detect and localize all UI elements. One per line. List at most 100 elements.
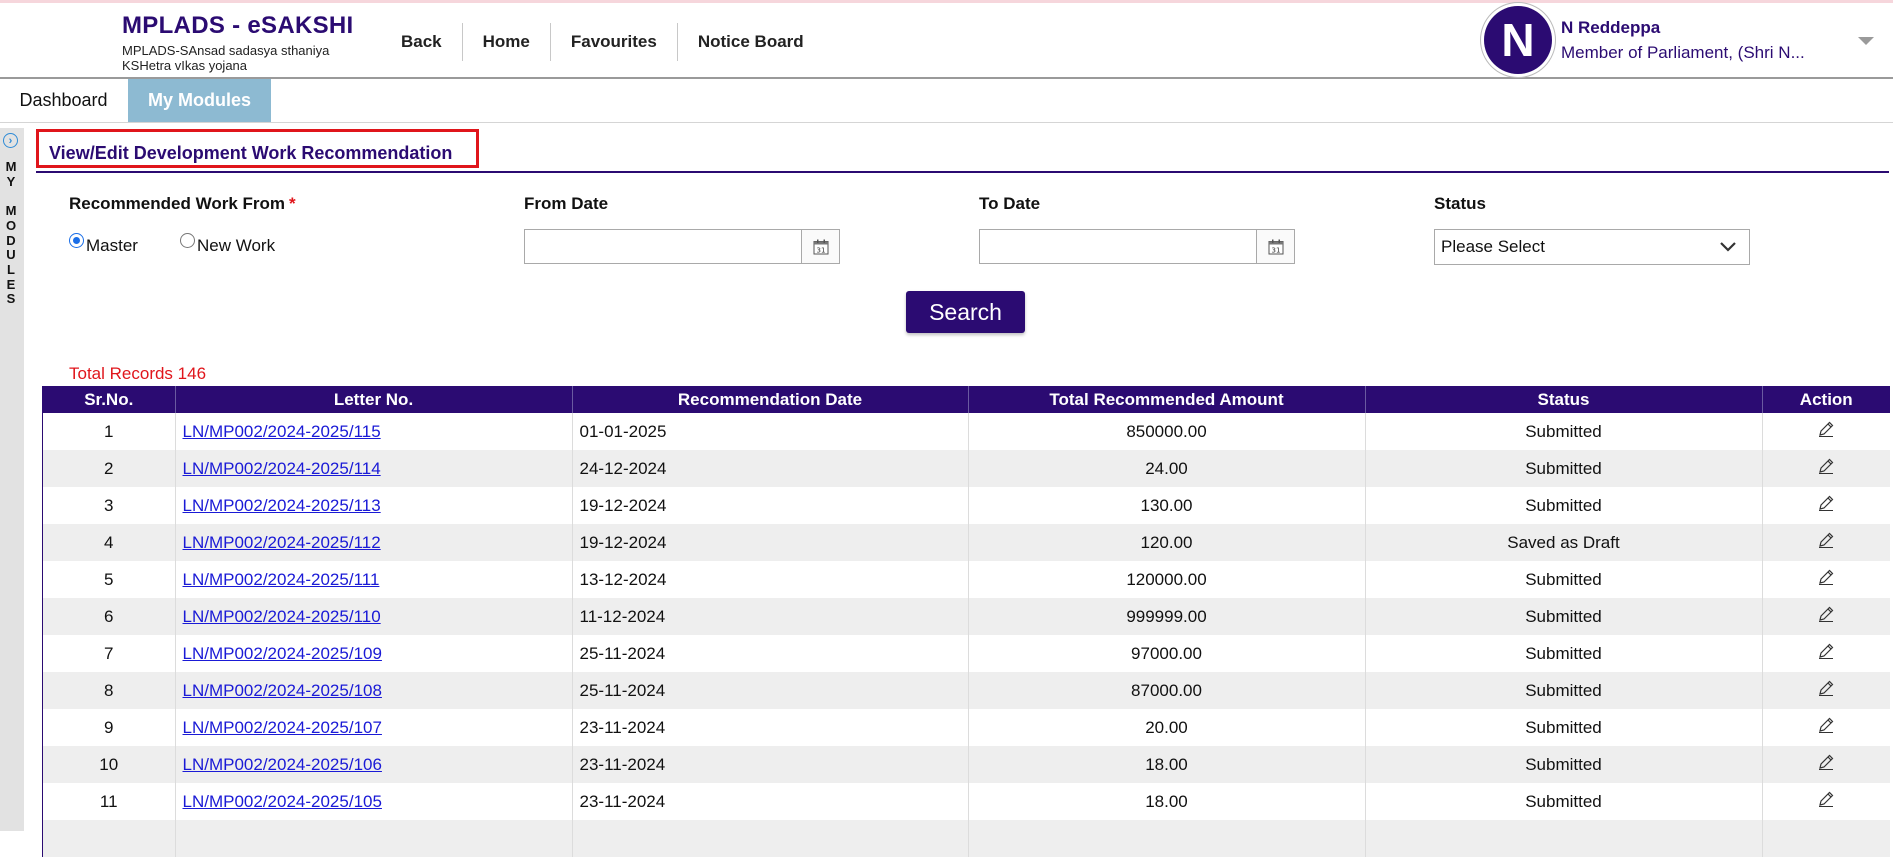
edit-icon[interactable]	[1817, 716, 1835, 739]
edit-icon[interactable]	[1817, 790, 1835, 813]
cell-amount: 97000.00	[968, 635, 1366, 672]
tab-bar: Dashboard My Modules	[0, 79, 1893, 123]
cell-status: Submitted	[1365, 709, 1763, 746]
cell-sr-no: 1	[43, 413, 176, 450]
col-header-status[interactable]: Status	[1365, 386, 1763, 413]
recommended-from-label: Recommended Work From *	[69, 194, 296, 214]
letter-no-link[interactable]: LN/MP002/2024-2025/106	[183, 755, 382, 774]
sidebar-letter: E	[6, 276, 16, 292]
edit-icon[interactable]	[1817, 605, 1835, 628]
edit-icon[interactable]	[1817, 642, 1835, 665]
cell-status: Submitted	[1365, 783, 1763, 820]
sidebar-letter: Y	[6, 173, 16, 189]
table-body: 1 LN/MP002/2024-2025/115 01-01-2025 8500…	[43, 413, 1890, 857]
cell-sr-no: 2	[43, 450, 176, 487]
nav-back[interactable]: Back	[381, 23, 463, 61]
radio-new-work-label[interactable]: New Work	[197, 236, 275, 256]
edit-icon[interactable]	[1817, 494, 1835, 517]
cell-letter-no: LN/MP002/2024-2025/106	[175, 746, 573, 783]
chevron-down-icon	[1720, 242, 1736, 252]
edit-icon[interactable]	[1817, 531, 1835, 554]
sidebar-letter: L	[7, 261, 15, 277]
edit-icon[interactable]	[1817, 457, 1835, 480]
to-date-calendar-button[interactable]: 31	[1256, 229, 1295, 264]
letter-no-link[interactable]: LN/MP002/2024-2025/109	[183, 644, 382, 663]
letter-no-link[interactable]: LN/MP002/2024-2025/111	[183, 570, 380, 589]
chevron-right-circle-icon[interactable]: ›	[3, 133, 18, 148]
edit-icon[interactable]	[1817, 679, 1835, 702]
cell-action	[1762, 413, 1890, 450]
edit-icon[interactable]	[1817, 568, 1835, 591]
letter-no-link[interactable]: LN/MP002/2024-2025/105	[183, 792, 382, 811]
tab-my-modules[interactable]: My Modules	[128, 79, 271, 122]
modules-sidebar[interactable]: › M Y M O D U L E S	[0, 128, 24, 831]
cell-amount: 18.00	[968, 746, 1366, 783]
col-header-sr-no[interactable]: Sr.No.	[43, 386, 176, 413]
sidebar-letter: M	[5, 159, 17, 174]
letter-no-link[interactable]: LN/MP002/2024-2025/114	[183, 459, 381, 478]
status-select-value: Please Select	[1441, 237, 1545, 256]
search-button[interactable]: Search	[906, 291, 1025, 333]
cell-date: 24-12-2024	[572, 450, 969, 487]
nav-notice-board[interactable]: Notice Board	[678, 23, 824, 61]
avatar[interactable]: N	[1484, 6, 1552, 74]
page-title: View/Edit Development Work Recommendatio…	[49, 143, 453, 163]
nav-favourites[interactable]: Favourites	[551, 23, 678, 61]
table-row: 4 LN/MP002/2024-2025/112 19-12-2024 120.…	[43, 524, 1890, 561]
letter-no-link[interactable]: LN/MP002/2024-2025/112	[183, 533, 381, 552]
table-row: 2 LN/MP002/2024-2025/114 24-12-2024 24.0…	[43, 450, 1890, 487]
cell-sr-no: 4	[43, 524, 176, 561]
col-header-letter-no[interactable]: Letter No.	[175, 386, 573, 413]
cell-letter-no: LN/MP002/2024-2025/115	[175, 413, 573, 450]
total-records: Total Records 146	[69, 364, 207, 383]
cell-action	[1762, 746, 1890, 783]
cell-letter-no: LN/MP002/2024-2025/112	[175, 524, 573, 561]
cell-date: 19-12-2024	[572, 524, 969, 561]
cell-status: Submitted	[1365, 746, 1763, 783]
table-row: 3 LN/MP002/2024-2025/113 19-12-2024 130.…	[43, 487, 1890, 524]
cell-sr-no: 5	[43, 561, 176, 598]
cell-letter-no: LN/MP002/2024-2025/109	[175, 635, 573, 672]
svg-text:31: 31	[1272, 247, 1281, 255]
letter-no-link[interactable]: LN/MP002/2024-2025/108	[183, 681, 382, 700]
col-header-recommendation-date[interactable]: Recommendation Date	[572, 386, 969, 413]
cell-status: Submitted	[1365, 672, 1763, 709]
cell-status: Submitted	[1365, 598, 1763, 635]
cell-letter-no: LN/MP002/2024-2025/108	[175, 672, 573, 709]
edit-icon[interactable]	[1817, 420, 1835, 443]
edit-icon[interactable]	[1817, 753, 1835, 776]
table-row: 11 LN/MP002/2024-2025/105 23-11-2024 18.…	[43, 783, 1890, 820]
radio-new-work[interactable]	[180, 233, 195, 248]
radio-master[interactable]	[69, 233, 84, 248]
cell-date: 23-11-2024	[572, 783, 969, 820]
to-date-label: To Date	[979, 194, 1041, 213]
sidebar-letter: S	[6, 291, 16, 307]
cell-empty	[43, 820, 176, 857]
status-select[interactable]: Please Select	[1434, 229, 1750, 265]
from-date-input[interactable]	[524, 229, 802, 264]
to-date-input[interactable]	[979, 229, 1257, 264]
cell-amount: 130.00	[968, 487, 1366, 524]
tab-dashboard[interactable]: Dashboard	[0, 79, 127, 122]
required-marker: *	[289, 194, 296, 213]
letter-no-link[interactable]: LN/MP002/2024-2025/107	[183, 718, 382, 737]
cell-amount: 18.00	[968, 783, 1366, 820]
cell-letter-no: LN/MP002/2024-2025/113	[175, 487, 573, 524]
letter-no-link[interactable]: LN/MP002/2024-2025/110	[183, 607, 381, 626]
cell-date: 23-11-2024	[572, 746, 969, 783]
app-subtitle: MPLADS-SAnsad sadasya sthaniya KSHetra v…	[122, 43, 330, 73]
from-date-calendar-button[interactable]: 31	[801, 229, 840, 264]
cell-empty	[572, 820, 969, 857]
cell-sr-no: 3	[43, 487, 176, 524]
cell-status: Submitted	[1365, 635, 1763, 672]
radio-master-label[interactable]: Master	[86, 236, 138, 256]
user-menu-caret-icon[interactable]	[1858, 37, 1874, 45]
cell-empty	[175, 820, 573, 857]
letter-no-link[interactable]: LN/MP002/2024-2025/115	[183, 422, 381, 441]
letter-no-link[interactable]: LN/MP002/2024-2025/113	[183, 496, 381, 515]
col-header-total-amount[interactable]: Total Recommended Amount	[968, 386, 1366, 413]
cell-status: Submitted	[1365, 561, 1763, 598]
cell-letter-no: LN/MP002/2024-2025/107	[175, 709, 573, 746]
nav-home[interactable]: Home	[463, 23, 551, 61]
results-table-wrapper: Sr.No. Letter No. Recommendation Date To…	[42, 386, 1890, 857]
